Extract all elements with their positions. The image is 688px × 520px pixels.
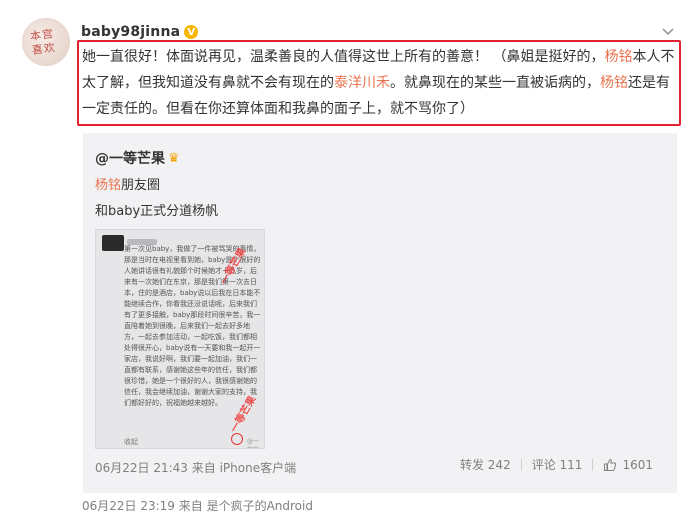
like-button[interactable]: 1601	[603, 458, 653, 472]
post-text-segment: 她一直很好！体面说再见，温柔善良的人值得这世上所有的善意！ （鼻姐是挺好的，	[82, 49, 605, 65]
repost-author[interactable]: @一等芒果	[95, 148, 165, 168]
repost-author-row: @一等芒果 ♛	[95, 148, 180, 168]
verified-badge-icon: V	[184, 25, 199, 39]
repost-time-source[interactable]: 06月22日 21:43 来自 iPhone客户端	[95, 459, 296, 476]
avatar[interactable]: 本宫喜欢	[22, 18, 70, 66]
like-count: 1601	[622, 457, 653, 472]
post-header: baby98jinna V	[81, 22, 199, 42]
repost-line-2: 和baby正式分道杨帆	[95, 204, 219, 219]
watermark-logo-icon	[231, 433, 243, 445]
repost-card: @一等芒果 ♛ 杨铭朋友圈 和baby正式分道杨帆 第一次见baby，我做了一件…	[83, 133, 677, 493]
post-time-source[interactable]: 06月22日 23:19 来自 是个疯子的Android	[82, 497, 313, 514]
username[interactable]: baby98jinna	[81, 24, 180, 40]
image-avatar	[102, 235, 124, 251]
avatar-text: 本宫喜欢	[29, 27, 57, 58]
image-footer: 收起	[124, 438, 138, 446]
repost-count-button[interactable]: 转发 242	[460, 456, 511, 473]
comment-count-button[interactable]: 评论 111	[532, 456, 583, 473]
repost-image[interactable]: 第一次见baby，我做了一件被骂哭的事情，那是当时在电视里看到她，baby是个很…	[95, 229, 265, 449]
chevron-down-icon[interactable]	[662, 26, 674, 38]
topic-link[interactable]: 杨铭	[604, 49, 632, 65]
crown-icon: ♛	[168, 150, 180, 166]
topic-link[interactable]: 杨铭	[600, 75, 628, 91]
post-text-segment: 。就鼻现在的某些一直被诟病的，	[390, 75, 600, 91]
repost-line-1-rest: 朋友圈	[121, 178, 161, 193]
divider	[592, 458, 594, 471]
image-tag: @一等芒果	[247, 438, 260, 448]
topic-link[interactable]: 泰洋川禾	[334, 75, 390, 91]
repost-link-yangming[interactable]: 杨铭	[95, 178, 121, 193]
repost-line-1: 杨铭朋友圈	[95, 174, 160, 193]
thumbs-up-icon	[604, 458, 617, 471]
image-text: 第一次见baby，我做了一件被骂哭的事情，那是当时在电视里看到她，baby是个很…	[124, 245, 261, 407]
divider	[520, 458, 522, 471]
post-text: 她一直很好！体面说再见，温柔善良的人值得这世上所有的善意！ （鼻姐是挺好的，杨铭…	[82, 44, 676, 122]
repost-actions: 转发 242 评论 111 1601	[460, 456, 653, 473]
